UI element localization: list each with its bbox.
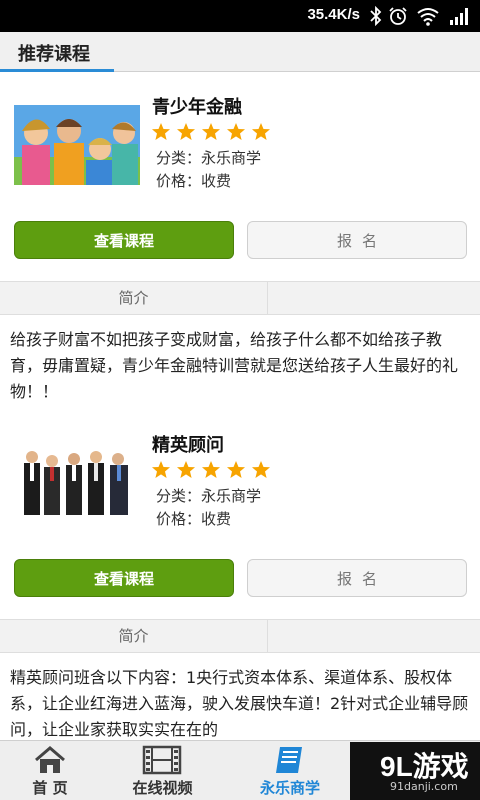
nav-label: 首 页 xyxy=(32,779,68,797)
film-icon xyxy=(142,745,182,775)
view-course-button[interactable]: 查看课程 xyxy=(14,221,234,259)
nav-item-business-school[interactable]: 永乐商学 xyxy=(240,741,340,800)
course-thumbnail-kids[interactable] xyxy=(14,105,140,185)
course-title[interactable]: 精英顾问 xyxy=(152,431,224,457)
bluetooth-icon xyxy=(370,6,382,26)
wifi-icon xyxy=(417,8,439,26)
status-bar: 35.4K/s xyxy=(0,0,480,32)
intro-tab-bar: 简介 xyxy=(0,281,480,315)
course-price: 价格：收费 xyxy=(156,510,232,528)
nav-item-video[interactable]: 在线视频 xyxy=(110,741,215,800)
signup-button[interactable]: 报名 xyxy=(247,221,467,259)
rating-stars xyxy=(152,461,270,478)
course-title[interactable]: 青少年金融 xyxy=(152,93,242,119)
rating-stars xyxy=(152,123,270,140)
nav-label: 永乐商学 xyxy=(259,779,320,797)
network-speed: 35.4K/s xyxy=(307,6,360,23)
watermark-logo: 9L游戏 91danji.com xyxy=(350,742,480,800)
book-icon xyxy=(276,747,302,773)
title-indicator xyxy=(0,69,114,72)
nav-item-home[interactable]: 首 页 xyxy=(0,741,100,800)
course-category: 分类：永乐商学 xyxy=(156,487,262,505)
signup-button[interactable]: 报名 xyxy=(247,559,467,597)
view-course-button[interactable]: 查看课程 xyxy=(14,559,234,597)
watermark-url: 91danji.com xyxy=(390,780,458,793)
course-description: 给孩子财富不如把孩子变成财富，给孩子什么都不如给孩子教育，毋庸置疑，青少年金融特… xyxy=(10,330,459,401)
home-icon xyxy=(35,746,65,773)
tab-intro[interactable]: 简介 xyxy=(0,620,268,653)
course-thumbnail-business[interactable] xyxy=(14,443,140,523)
page-header: 推荐课程 xyxy=(0,32,480,72)
alarm-icon xyxy=(389,7,407,25)
watermark-title: 9L游戏 xyxy=(380,751,469,782)
course-price: 价格：收费 xyxy=(156,172,232,190)
intro-tab-bar: 简介 xyxy=(0,619,480,653)
nav-label: 在线视频 xyxy=(132,779,193,797)
course-card: 青少年金融 分类：永乐商学 价格：收费 查看课程 报名 简介 给孩子财富不如把孩… xyxy=(0,73,480,403)
signal-icon xyxy=(450,8,468,25)
page-title: 推荐课程 xyxy=(18,44,90,65)
tab-intro[interactable]: 简介 xyxy=(0,282,268,315)
course-list[interactable]: 青少年金融 分类：永乐商学 价格：收费 查看课程 报名 简介 给孩子财富不如把孩… xyxy=(0,73,480,740)
course-category: 分类：永乐商学 xyxy=(156,149,262,167)
app-root: 35.4K/s 推荐课程 青少年金融 分类：永乐商学 价格：收费 查看课程 报名… xyxy=(0,0,480,800)
course-card: 精英顾问 分类：永乐商学 价格：收费 查看课程 报名 简介 精英顾问班含以下内容… xyxy=(0,411,480,740)
course-description: 精英顾问班含以下内容：1央行式资本体系、渠道体系、股权体系，让企业红海进入蓝海，… xyxy=(10,668,469,739)
